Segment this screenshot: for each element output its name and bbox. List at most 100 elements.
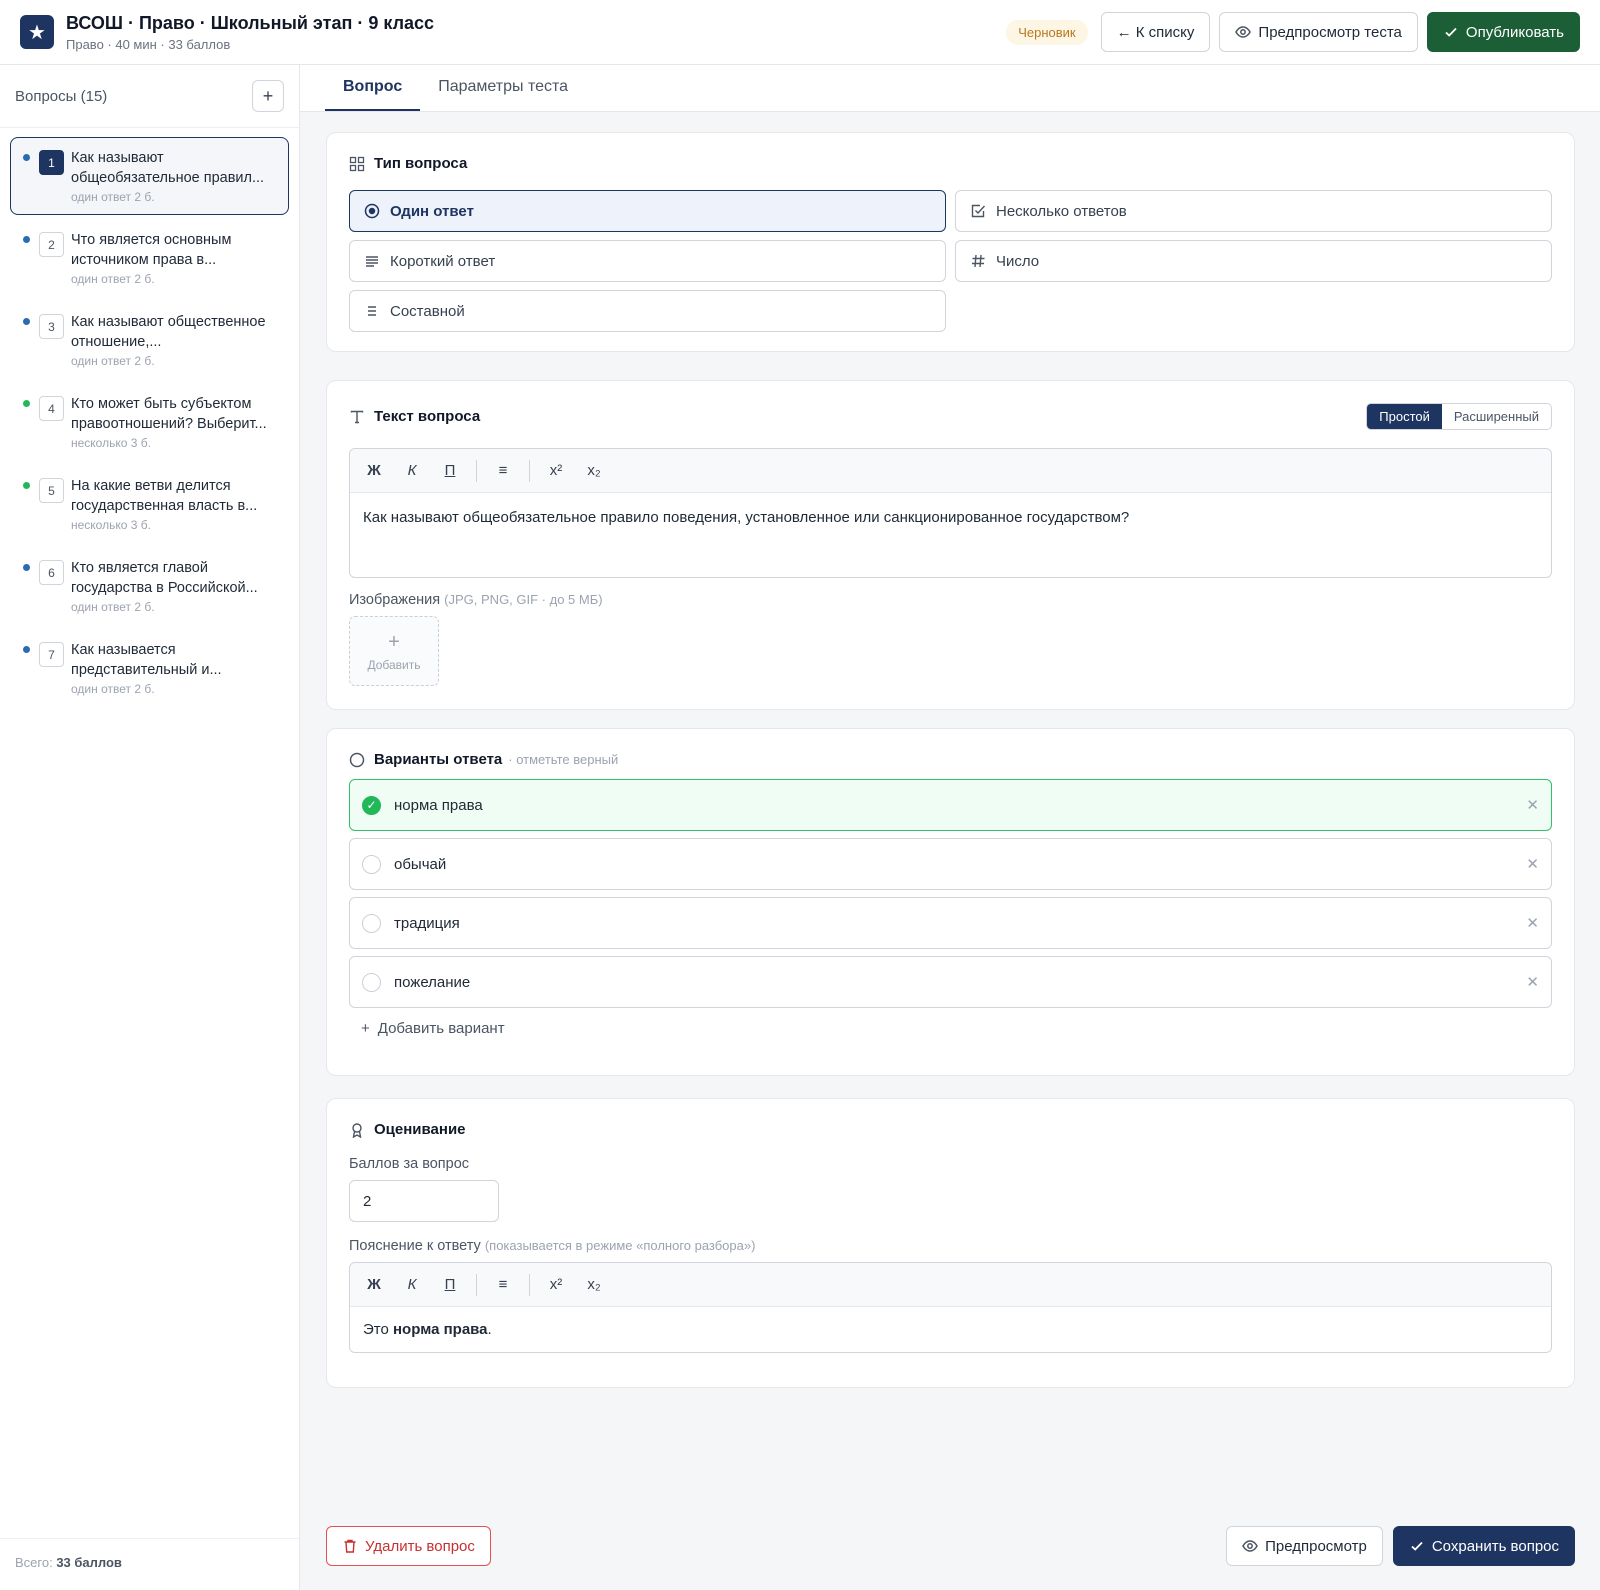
mode-advanced-button[interactable]: Расширенный (1442, 404, 1551, 429)
explanation-suffix: . (487, 1321, 492, 1338)
superscript-button[interactable]: x² (538, 462, 574, 479)
question-points: 2 б. (134, 190, 155, 204)
question-type-card: Тип вопроса Один ответ Несколько ответов… (326, 132, 1575, 352)
radio-circle-icon[interactable] (362, 972, 381, 992)
page-subtitle: Право · 40 мин · 33 баллов (66, 36, 231, 52)
answer-option-text[interactable]: пожелание (394, 974, 470, 991)
question-type: несколько (71, 518, 128, 532)
remove-option-icon[interactable]: ✕ (1526, 855, 1539, 873)
answer-option-text[interactable]: традиция (394, 915, 460, 932)
question-points: 2 б. (134, 272, 155, 286)
add-image-button[interactable]: + Добавить (349, 616, 439, 686)
save-question-button[interactable]: Сохранить вопрос (1392, 1526, 1575, 1566)
correct-check-icon[interactable]: ✓ (362, 795, 381, 815)
question-list-item[interactable]: 7 Как называется представительный и... оди… (10, 629, 289, 707)
toolbar-divider (529, 459, 530, 482)
underline-button[interactable]: П (432, 462, 468, 479)
bold-button[interactable]: Ж (356, 462, 392, 479)
remove-option-icon[interactable]: ✕ (1526, 973, 1539, 991)
questions-count-title: Вопросы (15) (15, 87, 108, 105)
question-number: 3 (39, 314, 64, 339)
explanation-input[interactable]: Это норма права. (350, 1307, 1551, 1352)
mode-simple-button[interactable]: Простой (1367, 404, 1442, 429)
question-text-input[interactable]: Как называют общеобязательное правило по… (350, 493, 1551, 577)
type-composite[interactable]: Составной (349, 290, 946, 332)
answers-card-title: Варианты ответа (374, 751, 503, 768)
status-dot (23, 154, 30, 161)
type-short-answer[interactable]: Короткий ответ (349, 240, 946, 282)
type-card-title: Тип вопроса (374, 155, 468, 172)
publish-button[interactable]: Опубликовать (1426, 12, 1580, 52)
remove-option-icon[interactable]: ✕ (1526, 914, 1539, 932)
question-list-item[interactable]: 5 На какие ветви делится государственная … (10, 465, 289, 543)
question-list-item[interactable]: 4 Кто может быть субъектом правоотношений… (10, 383, 289, 461)
question-number: 5 (39, 478, 64, 503)
question-preview-text: Кто является главой государства в Россий… (71, 560, 258, 596)
question-meta: несколько 3 б. (71, 436, 278, 450)
question-list: 1 Как называют общеобязательное правил...… (0, 128, 299, 720)
subscript-button[interactable]: x₂ (576, 462, 612, 479)
answer-option[interactable]: пожелание ✕ (349, 956, 1552, 1008)
plus-icon: + (361, 1020, 370, 1037)
answer-option-text[interactable]: обычай (394, 856, 446, 873)
preview-test-button[interactable]: Предпросмотр теста (1219, 12, 1418, 52)
question-type: один ответ (71, 682, 131, 696)
question-points: 3 б. (130, 518, 151, 532)
sidebar-total: Всего: 33 баллов (0, 1538, 299, 1590)
type-multiple-answers[interactable]: Несколько ответов (955, 190, 1552, 232)
tab-test-params[interactable]: Параметры теста (420, 65, 586, 111)
images-label: Изображения (JPG, PNG, GIF · до 5 МБ) (349, 592, 1552, 608)
question-list-item[interactable]: 3 Как называют общественное отношение,...… (10, 301, 289, 379)
preview-question-button[interactable]: Предпросмотр (1226, 1526, 1383, 1566)
answer-option[interactable]: обычай ✕ (349, 838, 1552, 890)
radio-circle-icon[interactable] (362, 854, 381, 874)
delete-question-button[interactable]: Удалить вопрос (326, 1526, 491, 1566)
type-single-answer[interactable]: Один ответ (349, 190, 946, 232)
star-logo-icon: ★ (20, 15, 54, 49)
add-option-button[interactable]: + Добавить вариант (349, 1020, 1552, 1037)
question-list-item[interactable]: 1 Как называют общеобязательное правил...… (10, 137, 289, 215)
grading-card: Оценивание Баллов за вопрос 2 Пояснение … (326, 1098, 1575, 1388)
list-button[interactable]: ≡ (485, 1276, 521, 1293)
question-meta: несколько 3 б. (71, 518, 278, 532)
question-list-item[interactable]: 6 Кто является главой государства в Росси… (10, 547, 289, 625)
plus-icon: + (388, 630, 400, 653)
answer-option[interactable]: традиция ✕ (349, 897, 1552, 949)
answer-list: ✓ норма права ✕ обычай ✕ традиция ✕ пожелание ✕ (349, 779, 1552, 1008)
text-lines-icon (364, 253, 380, 269)
question-meta: один ответ 2 б. (71, 354, 278, 368)
underline-button[interactable]: П (432, 1276, 468, 1293)
answer-option[interactable]: ✓ норма права ✕ (349, 779, 1552, 831)
italic-button[interactable]: К (394, 462, 430, 479)
list-button[interactable]: ≡ (485, 462, 521, 479)
question-preview-text: Как называют общеобязательное правил... (71, 150, 265, 186)
radio-circle-icon[interactable] (362, 913, 381, 933)
points-input[interactable]: 2 (349, 1180, 499, 1222)
superscript-button[interactable]: x² (538, 1276, 574, 1293)
question-meta: один ответ 2 б. (71, 682, 278, 696)
question-list-item[interactable]: 2 Что является основным источником права … (10, 219, 289, 297)
explanation-hint: (показывается в режиме «полного разбора»… (484, 1238, 756, 1253)
question-meta: один ответ 2 б. (71, 600, 278, 614)
question-type: один ответ (71, 272, 131, 286)
question-preview-text: Как называют общественное отношение,... (71, 314, 266, 350)
question-meta: один ответ 2 б. (71, 272, 278, 286)
type-number[interactable]: Число (955, 240, 1552, 282)
images-label-text: Изображения (349, 592, 441, 608)
back-to-list-button[interactable]: ← К списку (1100, 12, 1211, 52)
italic-button[interactable]: К (394, 1276, 430, 1293)
bold-button[interactable]: Ж (356, 1276, 392, 1293)
question-points: 2 б. (134, 682, 155, 696)
remove-option-icon[interactable]: ✕ (1526, 796, 1539, 814)
points-label: Баллов за вопрос (349, 1156, 470, 1172)
back-to-list-label: ← К списку (1116, 23, 1195, 41)
add-question-button[interactable]: + (252, 80, 284, 112)
answer-option-text[interactable]: норма права (394, 797, 483, 814)
question-points: 2 б. (134, 354, 155, 368)
subscript-button[interactable]: x₂ (576, 1276, 612, 1293)
tab-question[interactable]: Вопрос (325, 65, 421, 111)
question-type: несколько (71, 436, 128, 450)
question-preview-text: Что является основным источником права в… (71, 232, 232, 268)
add-image-label: Добавить (367, 657, 421, 672)
question-preview-text: На какие ветви делится государственная в… (71, 478, 258, 514)
